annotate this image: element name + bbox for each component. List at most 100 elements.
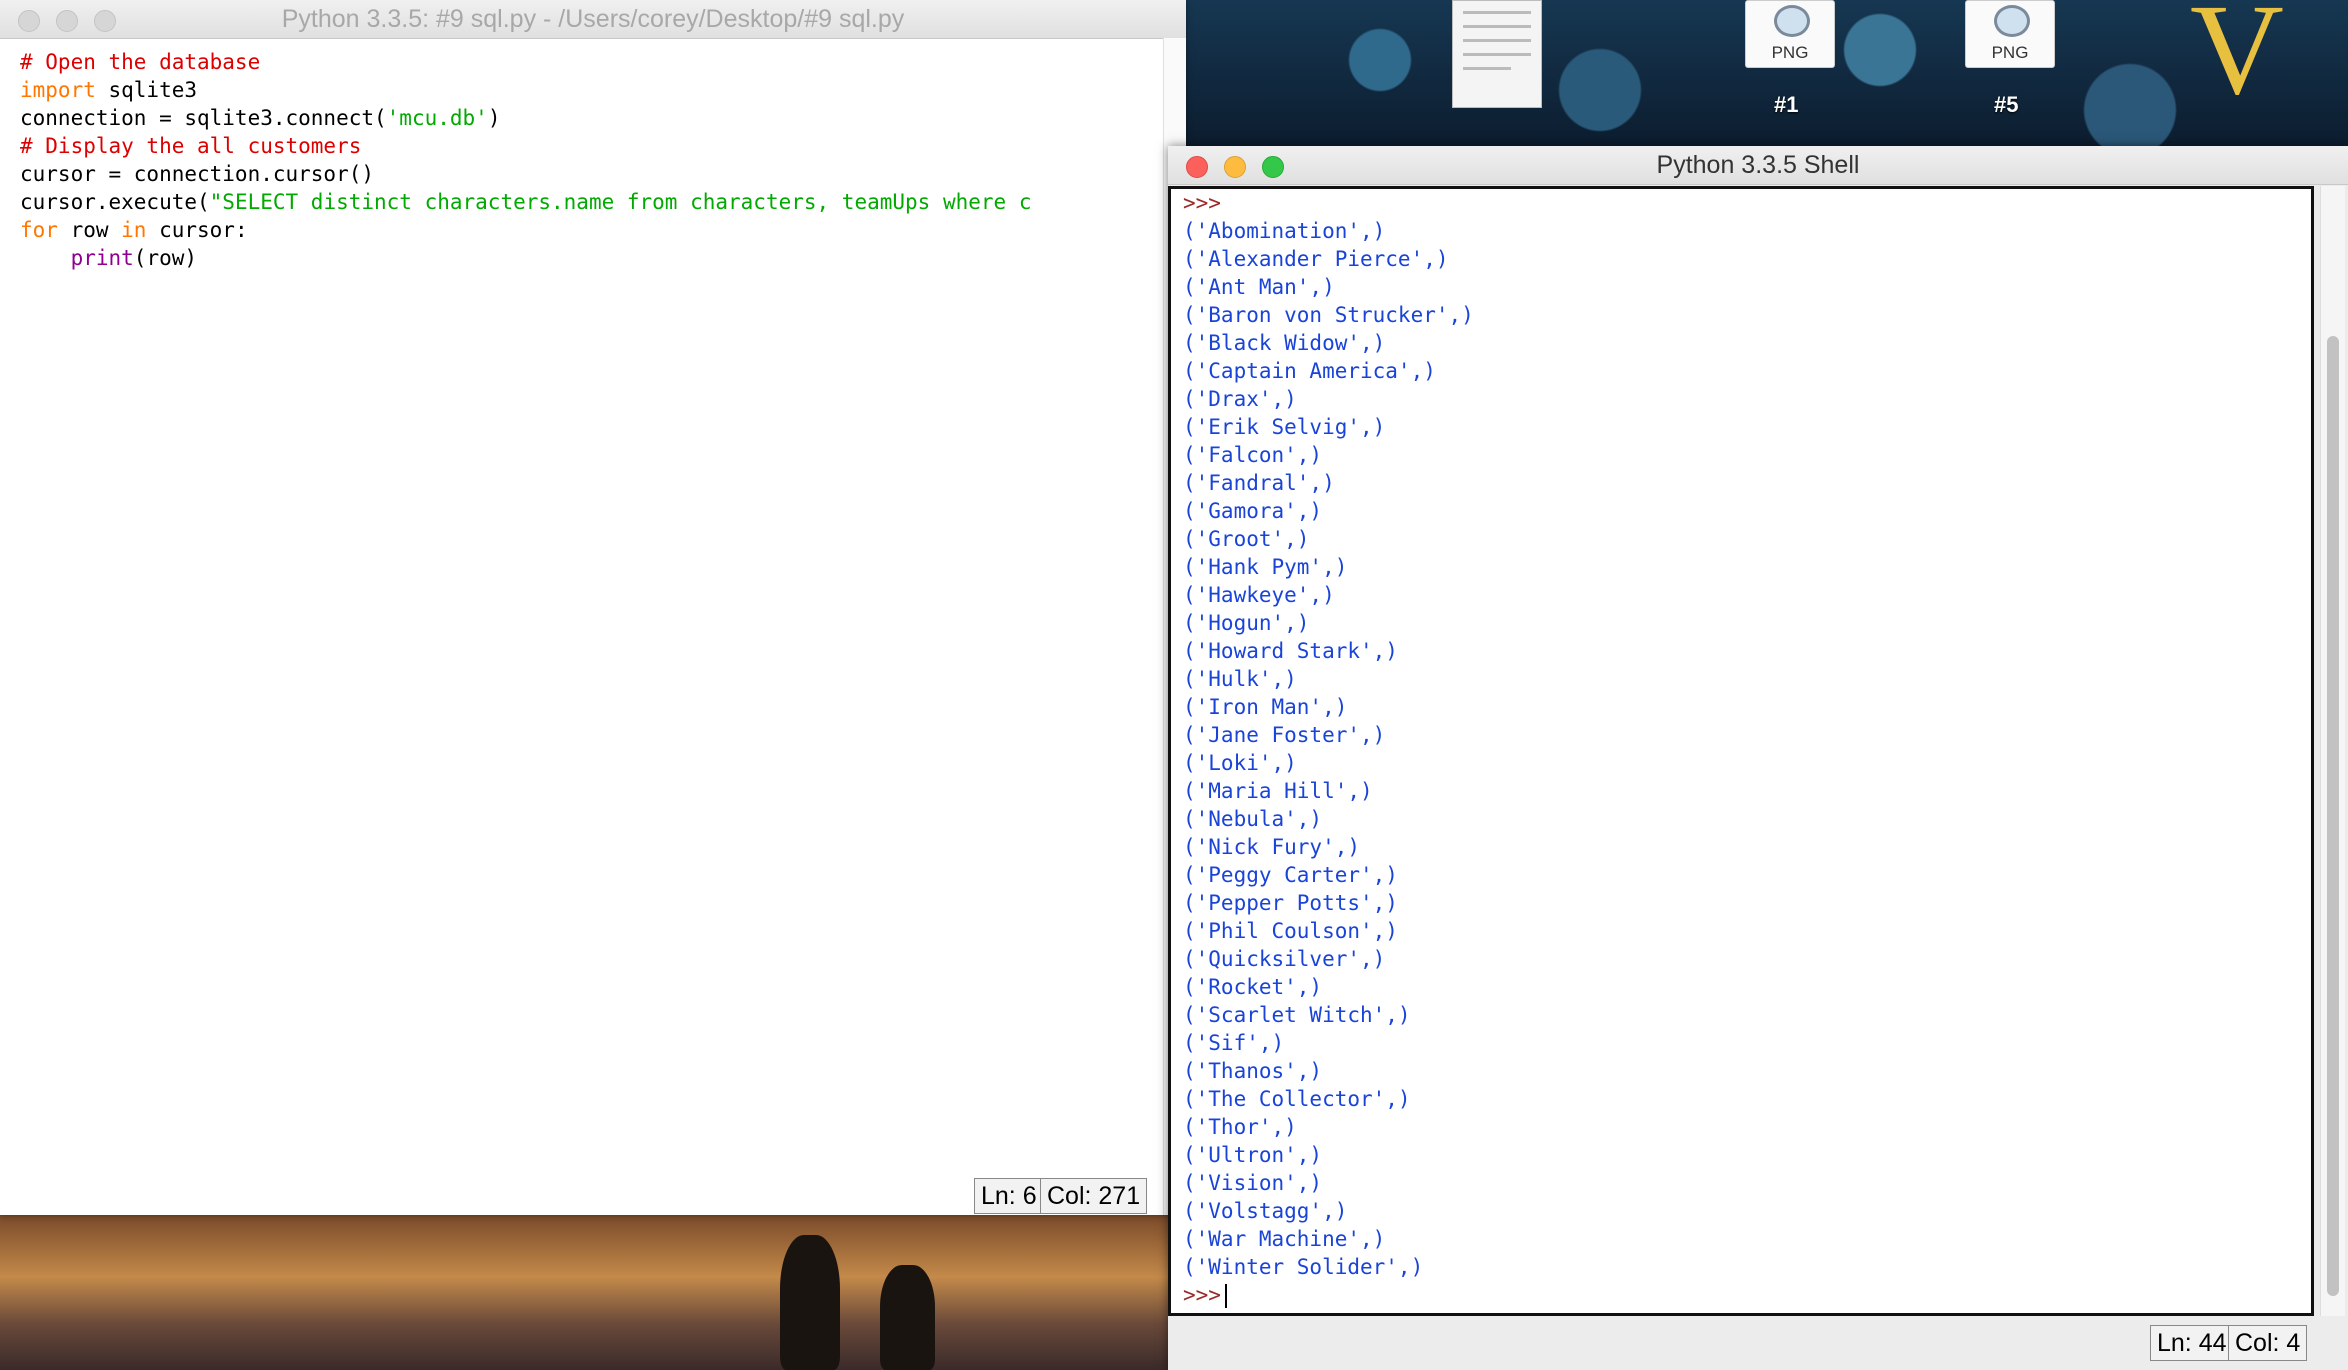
shell-lines: >>> ('Abomination',) ('Alexander Pierce',)…: [1183, 189, 1474, 1309]
zoom-button[interactable]: [1262, 156, 1284, 178]
shell-output-area[interactable]: >>> ('Abomination',) ('Alexander Pierce',)…: [1168, 186, 2314, 1316]
code-line[interactable]: for row in cursor:: [20, 216, 1156, 244]
window-controls: [18, 10, 132, 48]
shell-window[interactable]: Python 3.3.5 Shell >>> ('Abomination',) ('…: [1168, 146, 2348, 1370]
shell-prompt: >>>: [1183, 1283, 1221, 1307]
code-line[interactable]: # Open the database: [20, 48, 1156, 76]
shell-title: Python 3.3.5 Shell: [1656, 151, 1860, 179]
shell-output-line: ('Vision',): [1183, 1171, 1323, 1195]
magnifier-icon: [1994, 5, 2030, 37]
code-token: row: [57, 218, 122, 242]
png-file-icon-5[interactable]: PNG: [1965, 0, 2055, 68]
png-file-icon-1[interactable]: PNG: [1745, 0, 1835, 68]
shell-titlebar[interactable]: Python 3.3.5 Shell: [1168, 146, 2348, 185]
shell-output-line: ('Hulk',): [1183, 667, 1297, 691]
code-token: cursor.execute(: [20, 190, 210, 214]
shell-scrollbar[interactable]: [2320, 186, 2345, 1316]
editor-window[interactable]: Python 3.3.5: #9 sql.py - /Users/corey/D…: [0, 0, 1186, 1215]
shell-output-line: ('Rocket',): [1183, 975, 1323, 999]
close-button[interactable]: [1186, 156, 1208, 178]
code-token: connection = sqlite3.connect(: [20, 106, 387, 130]
shell-output-line: ('Alexander Pierce',): [1183, 247, 1449, 271]
shell-output-line: ('Ant Man',): [1183, 275, 1335, 299]
figure-silhouette: [880, 1265, 935, 1370]
shell-line-indicator: Ln: 44: [2150, 1325, 2234, 1361]
shell-output-line: ('Jane Foster',): [1183, 723, 1386, 747]
shell-output-line: ('Loki',): [1183, 751, 1297, 775]
code-token: # Display the all customers: [20, 134, 362, 158]
desktop-wallpaper-bottom: [0, 1215, 1168, 1370]
minimize-button[interactable]: [56, 10, 78, 32]
code-token: for: [20, 218, 58, 242]
code-token: cursor:: [146, 218, 248, 242]
shell-output-line: ('Phil Coulson',): [1183, 919, 1398, 943]
file-type-label: PNG: [1991, 43, 2029, 62]
shell-prompt: >>>: [1183, 191, 1221, 215]
editor-title: Python 3.3.5: #9 sql.py - /Users/corey/D…: [281, 5, 905, 33]
code-token: # Open the database: [20, 50, 261, 74]
shell-scrollbar-thumb[interactable]: [2327, 336, 2339, 1296]
shell-output-line: ('Thanos',): [1183, 1059, 1323, 1083]
shell-output-line: ('Hawkeye',): [1183, 583, 1335, 607]
shell-output-line: ('Nebula',): [1183, 807, 1323, 831]
shell-output-line: ('Ultron',): [1183, 1143, 1323, 1167]
shell-output-line: ('The Collector',): [1183, 1087, 1411, 1111]
shell-output-line: ('Drax',): [1183, 387, 1297, 411]
shell-prompt-line[interactable]: >>>: [1183, 189, 1474, 217]
code-token: cursor = connection.cursor(): [20, 162, 375, 186]
magnifier-icon: [1774, 5, 1810, 37]
desktop-icon-name[interactable]: #5: [1994, 92, 2018, 118]
editor-col-indicator: Col: 271: [1040, 1178, 1148, 1214]
file-type-label: PNG: [1771, 43, 1809, 62]
shell-output-line: ('Hank Pym',): [1183, 555, 1348, 579]
code-editor-text[interactable]: # Open the database import sqlite3 connect…: [20, 48, 1156, 272]
shell-output-line: ('Nick Fury',): [1183, 835, 1361, 859]
text-cursor: [1224, 1284, 1227, 1308]
shell-output-line: ('Erik Selvig',): [1183, 415, 1386, 439]
code-line[interactable]: import sqlite3: [20, 76, 1156, 104]
app-logo-icon[interactable]: V: [2190, 0, 2284, 120]
figure-silhouette: [780, 1235, 840, 1370]
shell-output-line: ('Volstagg',): [1183, 1199, 1348, 1223]
shell-output-line: ('Black Widow',): [1183, 331, 1386, 355]
editor-line-indicator: Ln: 6: [974, 1178, 1044, 1214]
shell-output-line: ('Baron von Strucker',): [1183, 303, 1474, 327]
minimize-button[interactable]: [1224, 156, 1246, 178]
shell-output-line: ('Abomination',): [1183, 219, 1386, 243]
shell-output-line: ('Captain America',): [1183, 359, 1436, 383]
code-token: in: [121, 218, 147, 242]
zoom-button[interactable]: [94, 10, 116, 32]
shell-output-line: ('Falcon',): [1183, 443, 1323, 467]
shell-output-line: ('Winter Solider',): [1183, 1255, 1424, 1279]
shell-output-line: ('Pepper Potts',): [1183, 891, 1398, 915]
close-button[interactable]: [18, 10, 40, 32]
editor-titlebar[interactable]: Python 3.3.5: #9 sql.py - /Users/corey/D…: [0, 0, 1186, 39]
shell-output-line: ('Sif',): [1183, 1031, 1285, 1055]
shell-output-line: ('Gamora',): [1183, 499, 1323, 523]
shell-output-line: ('Quicksilver',): [1183, 947, 1386, 971]
shell-output-line: ('Howard Stark',): [1183, 639, 1398, 663]
shell-output-line: ('Groot',): [1183, 527, 1310, 551]
desktop-icon-name[interactable]: #1: [1774, 92, 1798, 118]
code-line[interactable]: cursor.execute("SELECT distinct characte…: [20, 188, 1156, 216]
shell-prompt-line[interactable]: >>>: [1183, 1281, 1474, 1309]
shell-output-line: ('Fandral',): [1183, 471, 1335, 495]
document-file-icon[interactable]: [1452, 0, 1542, 108]
shell-output-line: ('War Machine',): [1183, 1227, 1386, 1251]
code-token: (row): [133, 246, 198, 270]
code-line[interactable]: print(row): [20, 244, 1156, 272]
shell-output-line: ('Iron Man',): [1183, 695, 1348, 719]
shell-output-line: ('Hogun',): [1183, 611, 1310, 635]
shell-output-line: ('Peggy Carter',): [1183, 863, 1398, 887]
code-token: 'mcu.db': [386, 106, 488, 130]
code-token: import: [20, 78, 96, 102]
code-token: ): [487, 106, 501, 130]
shell-col-indicator: Col: 4: [2228, 1325, 2308, 1361]
code-line[interactable]: # Display the all customers: [20, 132, 1156, 160]
code-line[interactable]: cursor = connection.cursor(): [20, 160, 1156, 188]
code-token: "SELECT distinct characters.name from ch…: [209, 190, 1032, 214]
code-line[interactable]: connection = sqlite3.connect('mcu.db'): [20, 104, 1156, 132]
shell-output-line: ('Thor',): [1183, 1115, 1297, 1139]
code-token: sqlite3: [95, 78, 198, 102]
